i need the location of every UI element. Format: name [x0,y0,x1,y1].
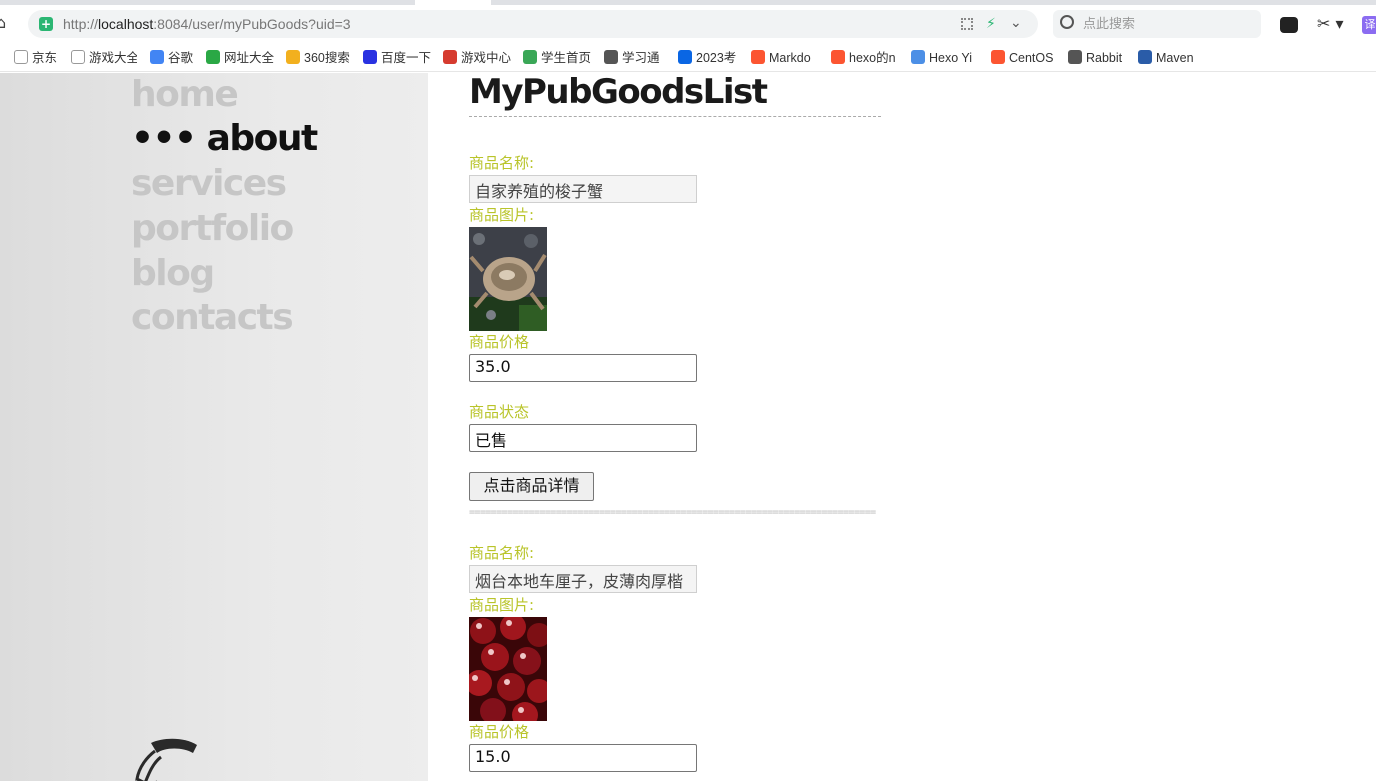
search-icon [1060,15,1074,29]
sidebar: home ••• about services portfolio blog c… [0,73,428,781]
bookmark-item[interactable]: 360搜索 [286,49,356,67]
translate-icon[interactable]: 译 [1362,16,1376,34]
baidu-paw-icon [363,50,377,64]
goods-price-field[interactable]: 35.0 [469,354,697,382]
bookmark-item[interactable]: 学生首页 [523,49,593,67]
bookmark-item[interactable]: Markdo [751,49,817,67]
goods-image [469,227,547,331]
goods-status-field[interactable]: 已售 [469,424,697,452]
bookmark-item[interactable]: 谷歌 [150,49,198,67]
mvn-icon [1138,50,1152,64]
bookmark-label: Maven [1156,51,1194,65]
nav-item-home[interactable]: home [131,75,239,115]
home-icon[interactable]: ⌂ [0,14,10,32]
goods-image [469,617,547,721]
nav-item-about[interactable]: ••• about [131,119,318,159]
bookmark-item[interactable]: 学习通 [604,49,664,67]
web-directory-icon [206,50,220,64]
page-icon [71,50,85,64]
goods-price-label: 商品价格 [469,333,530,351]
bookmark-item[interactable]: hexo的n [831,49,897,67]
bookmark-label: 2023考 [696,51,737,65]
goods-name-field[interactable]: 烟台本地车厘子，皮薄肉厚楷 [469,565,697,593]
bookmark-label: 游戏大全 [89,51,137,65]
goods-image-label: 商品图片: [469,596,535,614]
rabbit-icon [1068,50,1082,64]
goods-name-label: 商品名称: [469,544,535,562]
bookmark-label: CentOS [1009,51,1054,65]
bookmark-label: Rabbit [1086,51,1123,65]
goods-price-field[interactable]: 15.0 [469,744,697,772]
bookmark-label: 游戏中心 [461,51,512,65]
search-box[interactable]: 点此搜索 [1053,10,1261,38]
chevron-down-icon[interactable]: ⌄ [1010,14,1022,32]
globe-icon [604,50,618,64]
cherry-photo [469,617,547,721]
bookmark-label: 学生首页 [541,51,592,65]
bookmark-item[interactable]: Rabbit [1068,49,1128,67]
goods-detail-button[interactable]: 点击商品详情 [469,472,594,501]
page-icon [14,50,28,64]
so360-icon [286,50,300,64]
goods-name-field[interactable]: 自家养殖的梭子蟹 [469,175,697,203]
csdn-icon [831,50,845,64]
game-center-icon [443,50,457,64]
bookmark-label: 学习通 [622,51,660,65]
nav-item-contacts[interactable]: contacts [131,298,294,338]
zhihu-icon [678,50,692,64]
nav-item-blog[interactable]: blog [131,254,215,294]
bookmark-item[interactable]: 2023考 [678,49,740,67]
goods-image-label: 商品图片: [469,206,535,224]
bookmark-item[interactable]: Maven [1138,49,1202,67]
goods-price-label: 商品价格 [469,723,530,741]
secure-shield-icon: + [39,17,53,31]
bookmark-label: hexo的n [849,51,896,65]
extension-icon[interactable] [1280,17,1298,33]
url-text[interactable]: http://localhost:8084/user/myPubGoods?ui… [63,15,351,33]
bookmark-label: 360搜索 [304,51,350,65]
qr-code-icon[interactable] [961,18,973,30]
bookmark-item[interactable]: 百度一下 [363,49,435,67]
goods-status-label: 商品状态 [469,403,530,421]
bookmark-item[interactable]: 游戏中心 [443,49,513,67]
lightning-icon[interactable]: ⚡ [986,15,996,33]
address-bar[interactable]: + http://localhost:8084/user/myPubGoods?… [28,10,1038,38]
telephone-icon [135,738,197,781]
bookmark-label: 京东 [32,51,58,65]
scissors-icon[interactable]: ✂ ▾ [1317,14,1344,34]
title-divider [469,116,881,117]
bookmark-label: 百度一下 [381,51,432,65]
bookmarks-bar: 京东 游戏大全 谷歌 网址大全 360搜索 百度一下 游戏中心 学生首页 学习通 2023考 Mar… [0,43,1376,72]
nav-item-portfolio[interactable]: portfolio [131,209,294,249]
bookmark-item[interactable]: 京东 [14,49,64,67]
search-placeholder: 点此搜索 [1083,16,1136,31]
blue-circle-icon [911,50,925,64]
goods-name-label: 商品名称: [469,154,535,172]
goods-separator: ========================================… [469,507,876,518]
bookmark-label: Hexo Yi [929,51,973,65]
bookmark-label: 网址大全 [224,51,275,65]
csdn-icon [991,50,1005,64]
bookmark-label: 谷歌 [168,51,194,65]
address-row: ⌂ + http://localhost:8084/user/myPubGood… [0,5,1376,43]
bookmark-item[interactable]: 网址大全 [206,49,276,67]
bookmark-item[interactable]: Hexo Yi [911,49,981,67]
main-content: MyPubGoodsList 商品名称: 自家养殖的梭子蟹 商品图片: 商品价格… [428,73,1376,781]
page-title: MyPubGoodsList [469,73,768,112]
nav-item-services[interactable]: services [131,164,287,204]
chart-icon [523,50,537,64]
bookmark-label: Markdo [769,51,811,65]
bookmark-item[interactable]: CentOS [991,49,1055,67]
csdn-icon [751,50,765,64]
crab-photo [469,227,547,331]
bookmark-item[interactable]: 游戏大全 [71,49,137,67]
google-icon [150,50,164,64]
